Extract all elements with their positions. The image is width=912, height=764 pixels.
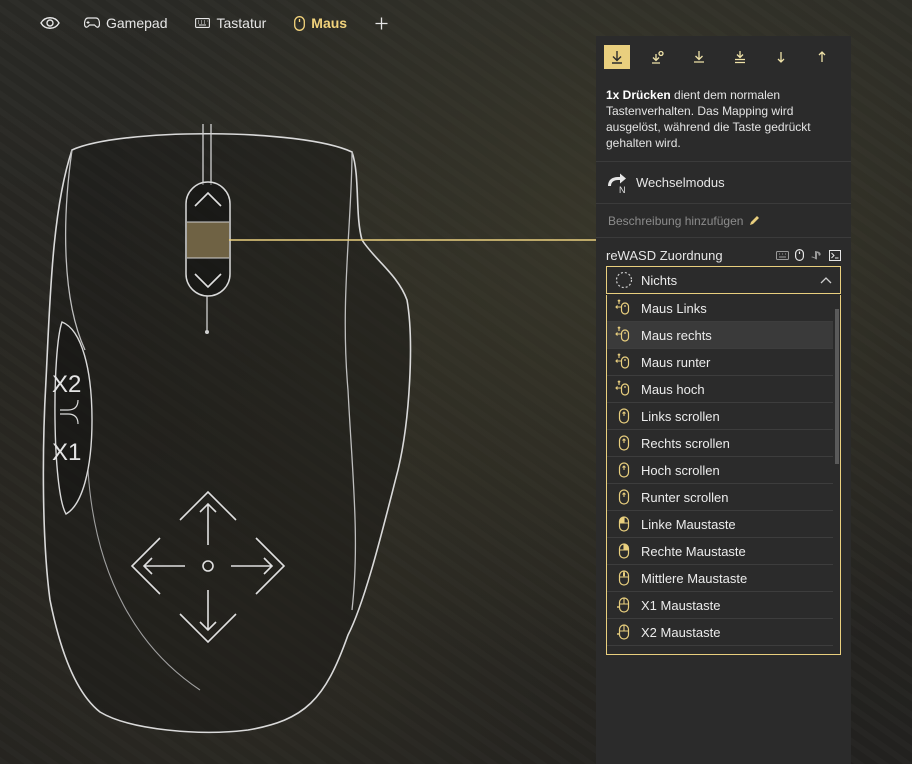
mapping-option-label: Maus hoch [641, 381, 705, 397]
mouse-move-left-icon [615, 299, 630, 315]
right-mouse-button-icon [618, 543, 630, 559]
x2-button-label[interactable]: X2 [52, 371, 81, 398]
wheel-tail-dot [205, 330, 209, 334]
mapping-option-label: Rechts scrollen [641, 435, 730, 451]
mapping-options-list: Maus Links Maus rechts Maus runter Maus hoc… [606, 295, 841, 655]
long-press-button[interactable] [727, 45, 753, 69]
none-dashed-circle-icon [615, 271, 633, 289]
description-bold: 1x Drücken [606, 88, 671, 102]
scroll-wheel-click-zone-selected[interactable] [187, 222, 229, 258]
list-scrollbar[interactable] [835, 309, 839, 464]
arrow-down-icon [777, 52, 785, 63]
mapping-option-label: Linke Maustaste [641, 516, 736, 532]
activator-type-bar [596, 36, 851, 78]
x2-mouse-button-icon [617, 624, 630, 640]
toggle-mode-row[interactable]: N Wechselmodus [596, 162, 851, 204]
scroll-down-icon [618, 489, 630, 505]
mapping-option[interactable]: Maus runter [607, 349, 833, 376]
chevron-up-icon [820, 277, 832, 284]
release-button[interactable] [809, 45, 835, 69]
x1-mouse-button-icon [617, 597, 630, 613]
mapping-option[interactable]: Links scrollen [607, 403, 833, 430]
mapping-option-label: Runter scrollen [641, 489, 729, 505]
mapping-option[interactable]: Rechts scrollen [607, 430, 833, 457]
mapping-option[interactable]: Maus Links [607, 295, 833, 322]
mapping-select[interactable]: Nichts [606, 266, 841, 294]
mouse-move-down-icon [615, 353, 630, 369]
toggle-mode-icon: N [608, 173, 626, 194]
mapping-option-label: Mittlere Maustaste [641, 570, 748, 586]
mapping-panel: 1x Drücken dient dem normalen Tastenverh… [596, 36, 851, 764]
mapping-type-icons [776, 249, 841, 261]
mapping-option[interactable]: X2 Maustaste [607, 619, 833, 646]
scroll-left-icon [618, 408, 630, 424]
scroll-up-icon [618, 462, 630, 478]
mouse-move-right-icon [615, 326, 630, 342]
mapping-option[interactable]: Maus hoch [607, 376, 833, 403]
mapping-option-label: Hoch scrollen [641, 462, 720, 478]
mouse-move-up-icon [615, 380, 630, 396]
single-press-button[interactable] [604, 45, 630, 69]
mapping-option-label: Maus runter [641, 354, 711, 370]
mouse-icon[interactable] [795, 249, 804, 261]
toggle-mode-badge: N [619, 185, 626, 194]
mouse-diagram: X2 X1 [42, 124, 600, 734]
playstation-icon[interactable] [810, 250, 823, 260]
triple-press-icon [694, 51, 704, 63]
mapping-option-label: X1 Maustaste [641, 597, 721, 613]
left-mouse-button-icon [618, 516, 630, 532]
mapping-option[interactable]: X1 Maustaste [607, 592, 833, 619]
mapping-option[interactable]: Mittlere Maustaste [607, 565, 833, 592]
macro-icon[interactable] [829, 249, 841, 261]
double-press-button[interactable] [645, 45, 671, 69]
mapping-option[interactable]: Linke Maustaste [607, 511, 833, 538]
double-press-icon [652, 50, 664, 64]
scroll-right-icon [618, 435, 630, 451]
mapping-option[interactable]: Hoch scrollen [607, 457, 833, 484]
pencil-icon [750, 216, 760, 225]
mapping-option[interactable]: Rechte Maustaste [607, 538, 833, 565]
start-press-button[interactable] [768, 45, 794, 69]
mapping-title: reWASD Zuordnung [606, 247, 723, 263]
mapping-option[interactable]: Maus rechts [607, 322, 833, 349]
keyboard-icon[interactable] [776, 250, 789, 260]
triple-press-button[interactable] [686, 45, 712, 69]
activator-description: 1x Drücken dient dem normalen Tastenverh… [596, 78, 851, 162]
middle-mouse-button-icon [618, 570, 630, 586]
mapping-option-label: Rechte Maustaste [641, 543, 746, 559]
arrow-up-icon [818, 51, 826, 62]
long-press-icon [735, 51, 745, 64]
single-press-icon [612, 51, 622, 64]
mapping-option-label: Maus Links [641, 300, 707, 316]
toggle-mode-label: Wechselmodus [636, 175, 725, 190]
add-description-label: Beschreibung hinzufügen [608, 213, 744, 228]
mapping-option[interactable]: Runter scrollen [607, 484, 833, 511]
mapping-option-label: X2 Maustaste [641, 624, 721, 640]
add-description-field[interactable]: Beschreibung hinzufügen [596, 204, 851, 238]
x1-button-label[interactable]: X1 [52, 439, 81, 466]
mapping-option-label: Maus rechts [641, 327, 712, 343]
mapping-select-value: Nichts [641, 272, 678, 288]
mapping-option-label: Links scrollen [641, 408, 720, 424]
